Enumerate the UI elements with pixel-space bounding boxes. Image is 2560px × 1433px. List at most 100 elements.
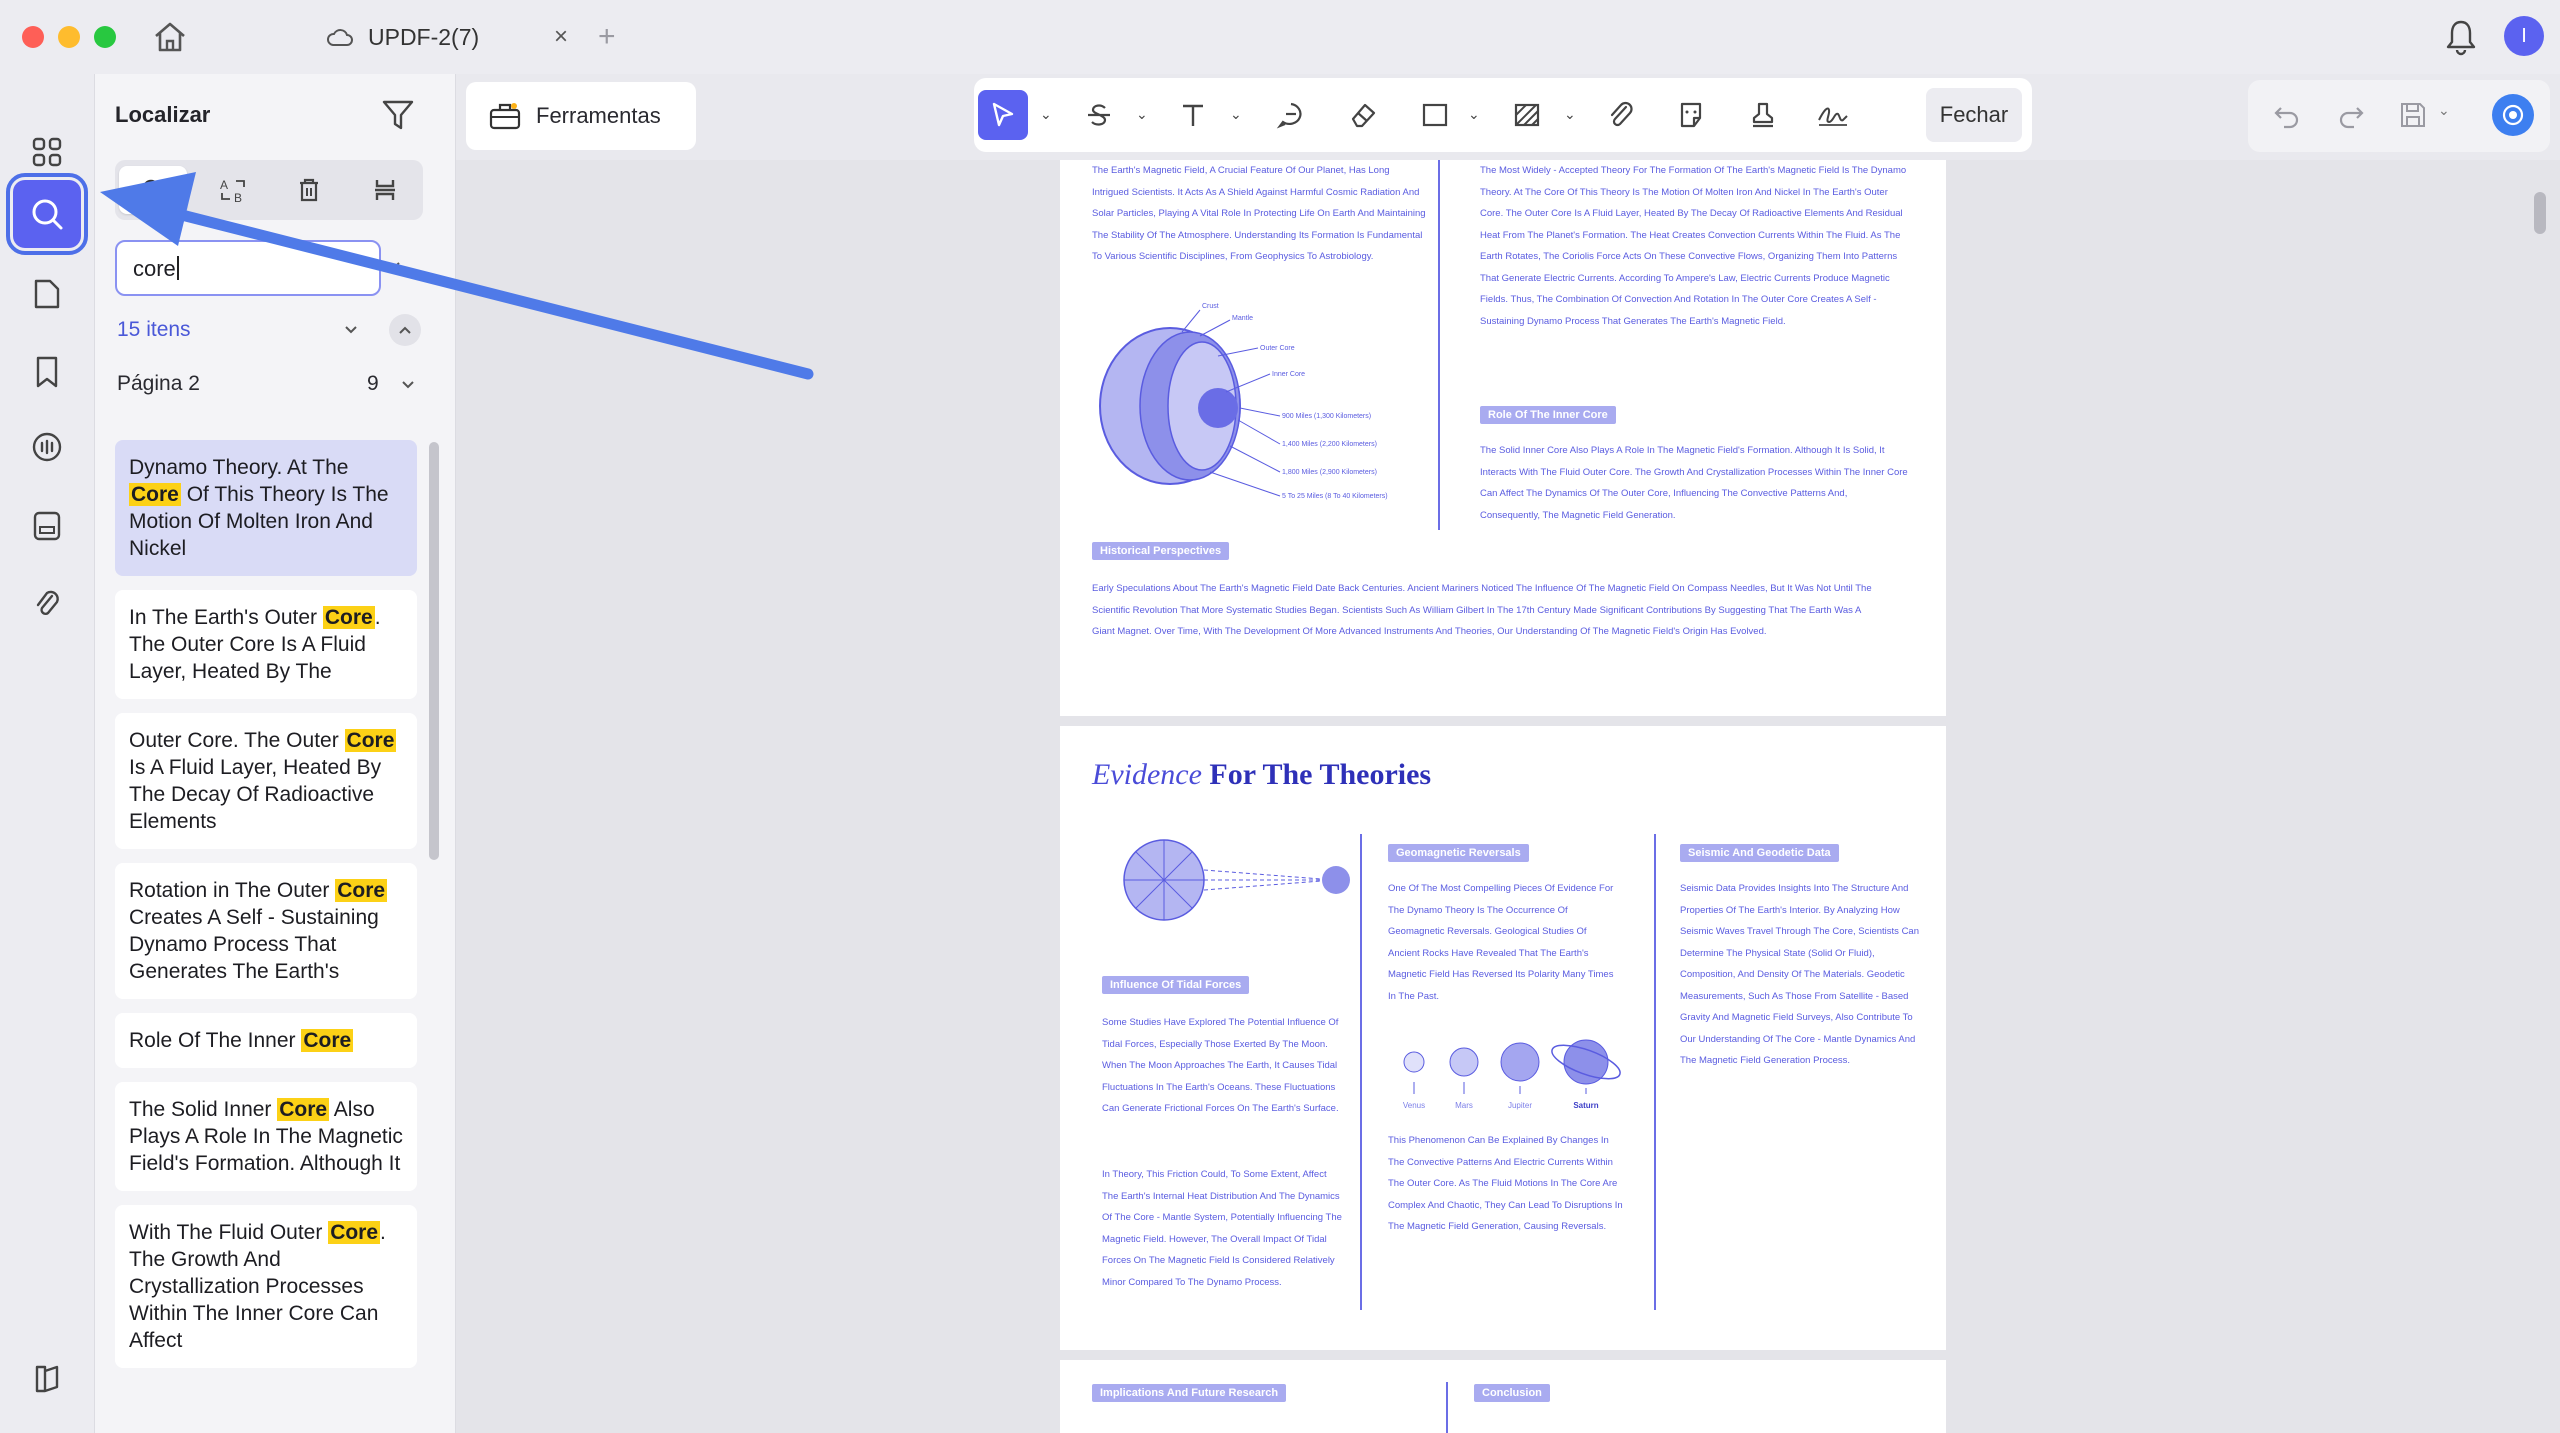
planet-label-jupiter: Jupiter [1508,1101,1532,1110]
rectangle-icon[interactable] [1410,90,1460,140]
undo-icon[interactable] [2272,100,2302,130]
search-result-item[interactable]: Role Of The Inner Core [115,1013,417,1068]
result-match-highlight: Core [335,879,388,902]
edit-toolbar: Ferramentas ⌄ ⌄ ⌄ ⌄ ⌄ Fechar ⌄ [456,74,2560,160]
section-badge-conclusion: Conclusion [1474,1384,1550,1402]
prev-result-chevron-up-icon[interactable] [389,314,421,346]
result-text-before: In The Earth's Outer [129,606,323,629]
redact-mode-tab[interactable] [275,166,343,214]
search-result-item[interactable]: The Solid Inner Core Also Plays A Role I… [115,1082,417,1191]
column-divider [1654,834,1656,1310]
paperclip-icon[interactable] [1596,90,1646,140]
bookmark-icon[interactable] [13,338,81,406]
dynamo-paragraph: The Most Widely - Accepted Theory For Th… [1480,165,1907,327]
document-page-2: Evidence For The Theories Geomagnetic Re… [1060,726,1946,1350]
result-text-before: The Solid Inner [129,1098,278,1121]
diagram-label-depth-4: 5 To 25 Miles (8 To 40 Kilometers) [1282,493,1388,500]
page-break-icon [372,177,398,203]
redo-icon[interactable] [2336,100,2366,130]
seismic-paragraph: Seismic Data Provides Insights Into The … [1680,883,1920,1066]
page-heading: Evidence For The Theories [1092,758,1431,792]
diagram-label-outer-core: Outer Core [1260,345,1295,352]
save-icon[interactable] [2398,100,2428,130]
new-tab-button[interactable]: + [598,20,616,54]
thumbnails-grid-icon[interactable] [13,118,81,186]
select-cursor-icon[interactable] [978,90,1028,140]
search-result-item[interactable]: In The Earth's Outer Core. The Outer Cor… [115,590,417,699]
search-input[interactable]: core [115,240,400,296]
page-group-header[interactable]: Página 2 9 [117,372,417,396]
attachment-icon[interactable] [13,570,81,638]
document-tab[interactable]: UPDF-2(7) × [308,14,578,60]
filter-icon[interactable] [381,98,415,132]
comment-bubble-icon[interactable] [1266,90,1316,140]
search-mode-tabs: AB [115,160,423,220]
chevron-down-icon[interactable]: ⌄ [1230,106,1242,123]
stamp-icon[interactable] [1738,90,1788,140]
chevron-down-icon[interactable]: ⌄ [1040,106,1052,123]
chevron-down-icon[interactable]: ⌄ [1136,106,1148,123]
diagram-label-depth-1: 900 Miles (1,300 Kilometers) [1282,413,1371,420]
results-scrollbar[interactable] [429,442,439,860]
document-scrollbar[interactable] [2534,192,2546,234]
chevron-down-icon[interactable]: ⌄ [1468,106,1480,123]
section-badge-inner-core: Role Of The Inner Core [1480,406,1616,424]
magnetic-field-diagram [1094,824,1354,934]
results-list: Dynamo Theory. At The Core Of This Theor… [115,440,417,1382]
search-result-item[interactable]: Dynamo Theory. At The Core Of This Theor… [115,440,417,576]
page-mode-tab[interactable] [351,166,419,214]
title-bar: UPDF-2(7) × + I [0,0,2560,74]
search-result-item[interactable]: Outer Core. The Outer Core Is A Fluid La… [115,713,417,849]
close-tab-icon[interactable]: × [554,23,568,51]
document-viewport[interactable]: The Earth's Magnetic Field, A Crucial Fe… [456,160,2560,1433]
next-result-chevron-down-icon[interactable] [335,314,367,346]
search-options-chevron-icon[interactable] [385,260,401,272]
replace-mode-tab[interactable]: AB [199,166,267,214]
search-result-item[interactable]: With The Fluid Outer Core. The Growth An… [115,1205,417,1368]
area-hatch-icon[interactable] [1502,90,1552,140]
diagram-label-depth-3: 1,800 Miles (2,900 Kilometers) [1282,469,1377,476]
cloud-icon [326,26,354,48]
collapse-chevron-icon[interactable] [401,380,415,390]
sticker-icon[interactable] [1666,90,1716,140]
eraser-icon[interactable] [1338,90,1388,140]
tidal-paragraph-2: In Theory, This Friction Could, To Some … [1102,1169,1342,1288]
result-count: 15 itens [117,318,191,341]
replace-icon: AB [218,176,248,204]
strikethrough-icon[interactable] [1074,90,1124,140]
find-mode-tab[interactable] [119,166,187,214]
document-page-3: Implications And Future Research Conclus… [1060,1360,1946,1433]
section-badge-tidal: Influence Of Tidal Forces [1102,976,1250,994]
result-match-highlight: Core [129,483,181,506]
avatar[interactable]: I [2504,16,2544,56]
form-fields-icon[interactable] [13,492,81,560]
close-annotation-button[interactable]: Fechar [1926,88,2022,142]
comments-icon[interactable] [13,414,81,482]
column-divider [1438,160,1440,530]
search-panel: Localizar AB core 15 itens Página 2 9 Dy… [94,74,456,1433]
ai-assistant-icon[interactable] [2492,94,2534,136]
text-tool-icon[interactable] [1168,90,1218,140]
tidal-paragraph: Some Studies Have Explored The Potential… [1102,1017,1339,1114]
earth-layers-diagram: Crust Mantle Outer Core Inner Core 900 M… [1090,296,1420,506]
page-heading-rest: For The Theories [1201,758,1432,791]
search-query: core [133,256,176,281]
minimize-window-button[interactable] [58,26,80,48]
home-icon[interactable] [152,20,188,54]
inner-core-paragraph: The Solid Inner Core Also Plays A Role I… [1480,445,1908,521]
result-match-highlight: Core [322,606,375,629]
bell-icon[interactable] [2444,18,2478,56]
tab-title: UPDF-2(7) [368,23,480,50]
tools-button[interactable]: Ferramentas [466,82,696,150]
search-icon[interactable] [6,173,88,255]
signature-icon[interactable] [1808,90,1858,140]
panel-title: Localizar [115,102,211,127]
chevron-down-icon[interactable]: ⌄ [2438,102,2450,119]
close-window-button[interactable] [22,26,44,48]
chevron-down-icon[interactable]: ⌄ [1564,106,1576,123]
pages-icon[interactable] [13,260,81,328]
layers-icon[interactable] [13,1344,81,1412]
result-text-before: Dynamo Theory. At The [129,456,349,479]
maximize-window-button[interactable] [94,26,116,48]
search-result-item[interactable]: Rotation in The Outer Core Creates A Sel… [115,863,417,999]
